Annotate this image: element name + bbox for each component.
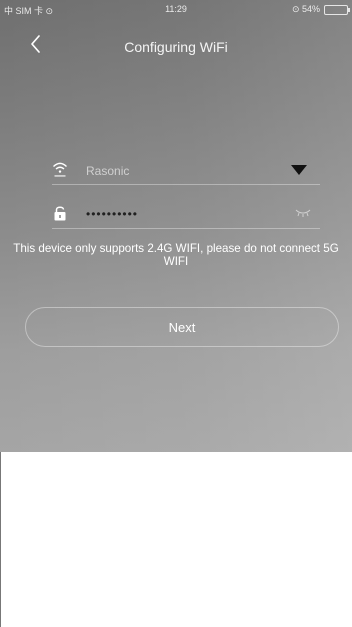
- password-input[interactable]: [86, 203, 256, 225]
- left-edge-line: [0, 452, 1, 627]
- wifi-icon: [53, 162, 67, 177]
- lock-icon: [54, 206, 66, 221]
- battery-icon: [324, 4, 350, 15]
- ssid-field[interactable]: Rasonic: [52, 154, 320, 185]
- wifi-compatibility-note: This device only supports 2.4G WIFI, ple…: [13, 242, 339, 268]
- ssid-value: Rasonic: [86, 164, 130, 178]
- navigation-bar: Configuring WiFi: [0, 24, 352, 66]
- page-title: Configuring WiFi: [124, 39, 228, 55]
- eye-closed-icon[interactable]: [294, 206, 312, 218]
- next-button[interactable]: Next: [25, 307, 339, 347]
- screen: 中 SIM 卡 ⊙ 11:29 ⊙ 54% Configuring WiFi R…: [0, 0, 352, 627]
- battery-percent: ⊙ 54%: [291, 4, 320, 14]
- dropdown-triangle-icon[interactable]: [290, 164, 308, 176]
- battery-status: ⊙ 54%: [291, 4, 350, 15]
- status-bar: 中 SIM 卡 ⊙ 11:29 ⊙ 54%: [0, 0, 352, 18]
- password-field[interactable]: [52, 198, 320, 229]
